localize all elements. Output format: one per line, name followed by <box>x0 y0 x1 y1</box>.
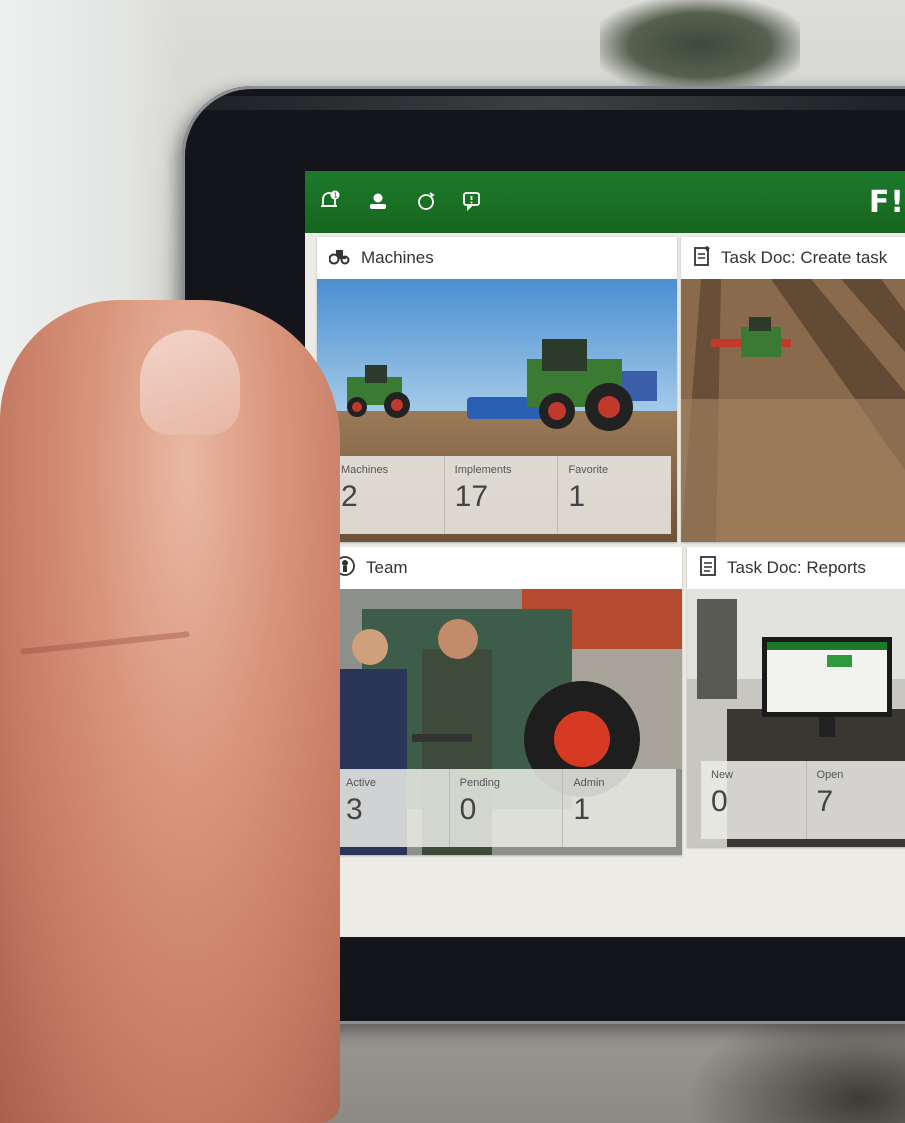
thumbnail-nail <box>140 330 240 435</box>
svg-text:1: 1 <box>333 191 337 199</box>
stat-open[interactable]: Open 7 <box>805 761 905 839</box>
create-task-tile-title: Task Doc: Create task <box>721 248 888 267</box>
machines-tractor-photo: Machines 2 Implements 17 Favorite 1 <box>317 279 677 542</box>
team-tile-title: Team <box>366 558 408 577</box>
tractor-icon <box>328 247 351 270</box>
machines-stats: Machines 2 Implements 17 Favorite 1 <box>331 456 671 534</box>
reports-stats: New 0 Open 7 <box>701 761 905 839</box>
team-photo: Active 3 Pending 0 Admin 1 <box>322 589 682 855</box>
stat-implements[interactable]: Implements 17 <box>443 456 558 534</box>
tablet-screen: 1 F! Machines Machines 2 Implements 17 F… <box>305 171 905 937</box>
sync-icon[interactable] <box>413 188 439 214</box>
machines-tile-title: Machines <box>361 248 434 267</box>
team-tile-header: Team <box>322 547 682 589</box>
stat-machines[interactable]: Machines 2 <box>331 456 444 534</box>
office-monitor-photo: New 0 Open 7 <box>687 589 905 847</box>
machines-tile-header: Machines <box>317 237 677 279</box>
stat-admin[interactable]: Admin 1 <box>562 769 676 847</box>
team-stats: Active 3 Pending 0 Admin 1 <box>336 769 676 847</box>
feedback-icon[interactable] <box>459 188 485 214</box>
notification-icon[interactable]: 1 <box>317 188 343 214</box>
background-plant <box>600 0 800 90</box>
tablet-bezel-highlight <box>200 96 905 110</box>
stat-new[interactable]: New 0 <box>701 761 806 839</box>
reports-tile-header: Task Doc: Reports <box>687 547 905 589</box>
field-aerial-photo <box>681 279 905 542</box>
stat-active[interactable]: Active 3 <box>336 769 449 847</box>
stat-pending[interactable]: Pending 0 <box>448 769 563 847</box>
team-tile[interactable]: Team Active 3 Pending 0 Admin 1 <box>322 547 682 855</box>
app-topbar: 1 F! <box>305 171 905 233</box>
reports-tile[interactable]: Task Doc: Reports New 0 Open 7 <box>687 547 905 847</box>
document-add-icon <box>693 245 711 272</box>
create-task-tile[interactable]: Task Doc: Create task <box>681 237 905 542</box>
stat-favorite[interactable]: Favorite 1 <box>557 456 671 534</box>
create-task-tile-header: Task Doc: Create task <box>681 237 905 279</box>
brand-logo: F! <box>868 185 905 220</box>
machines-tile[interactable]: Machines Machines 2 Implements 17 Favori… <box>317 237 677 542</box>
document-icon <box>699 555 717 582</box>
profile-icon[interactable] <box>365 188 391 214</box>
reports-tile-title: Task Doc: Reports <box>727 558 866 577</box>
